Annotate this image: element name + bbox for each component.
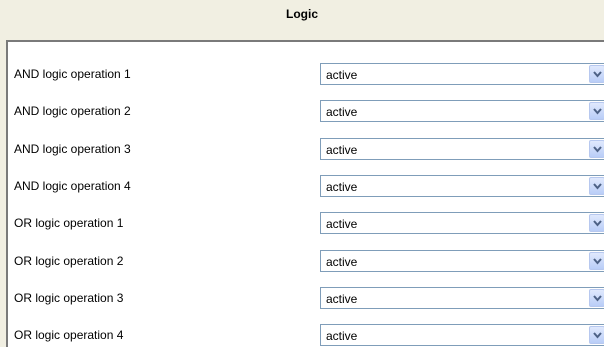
setting-row-and-1: AND logic operation 1 active <box>8 63 604 85</box>
logic-settings-panel: AND logic operation 1 active AND logic o… <box>6 40 604 347</box>
setting-row-or-1: OR logic operation 1 active <box>8 212 604 234</box>
chevron-down-icon <box>593 332 602 339</box>
setting-label-or-3: OR logic operation 3 <box>14 291 124 305</box>
or-logic-operation-2-dropdown[interactable]: active <box>320 250 604 272</box>
dropdown-button[interactable] <box>589 252 604 270</box>
setting-row-and-2: AND logic operation 2 active <box>8 100 604 122</box>
dropdown-selected-value: active <box>326 329 358 343</box>
setting-row-or-2: OR logic operation 2 active <box>8 250 604 272</box>
chevron-down-icon <box>593 71 602 78</box>
setting-row-or-3: OR logic operation 3 active <box>8 287 604 309</box>
page-title: Logic <box>286 7 318 21</box>
setting-label-and-3: AND logic operation 3 <box>14 142 131 156</box>
chevron-down-icon <box>593 108 602 115</box>
setting-label-or-2: OR logic operation 2 <box>14 254 124 268</box>
or-logic-operation-3-dropdown[interactable]: active <box>320 287 604 309</box>
dropdown-button[interactable] <box>589 102 604 120</box>
setting-label-and-2: AND logic operation 2 <box>14 104 131 118</box>
dropdown-selected-value: active <box>326 105 358 119</box>
chevron-down-icon <box>593 146 602 153</box>
chevron-down-icon <box>593 183 602 190</box>
logic-window: Logic AND logic operation 1 active AND l… <box>0 0 604 347</box>
and-logic-operation-4-dropdown[interactable]: active <box>320 175 604 197</box>
dropdown-button[interactable] <box>589 214 604 232</box>
dropdown-selected-value: active <box>326 180 358 194</box>
dropdown-button[interactable] <box>589 65 604 83</box>
or-logic-operation-1-dropdown[interactable]: active <box>320 212 604 234</box>
setting-row-and-4: AND logic operation 4 active <box>8 175 604 197</box>
or-logic-operation-4-dropdown[interactable]: active <box>320 324 604 346</box>
and-logic-operation-1-dropdown[interactable]: active <box>320 63 604 85</box>
window-title-bar: Logic <box>0 0 604 40</box>
dropdown-selected-value: active <box>326 143 358 157</box>
dropdown-selected-value: active <box>326 292 358 306</box>
dropdown-button[interactable] <box>589 326 604 344</box>
chevron-down-icon <box>593 258 602 265</box>
setting-row-or-4: OR logic operation 4 active <box>8 324 604 346</box>
setting-row-and-3: AND logic operation 3 active <box>8 138 604 160</box>
setting-label-or-4: OR logic operation 4 <box>14 328 124 342</box>
dropdown-selected-value: active <box>326 68 358 82</box>
setting-label-or-1: OR logic operation 1 <box>14 216 124 230</box>
dropdown-button[interactable] <box>589 140 604 158</box>
dropdown-button[interactable] <box>589 289 604 307</box>
chevron-down-icon <box>593 220 602 227</box>
dropdown-selected-value: active <box>326 255 358 269</box>
setting-label-and-1: AND logic operation 1 <box>14 67 131 81</box>
chevron-down-icon <box>593 295 602 302</box>
and-logic-operation-3-dropdown[interactable]: active <box>320 138 604 160</box>
dropdown-selected-value: active <box>326 217 358 231</box>
and-logic-operation-2-dropdown[interactable]: active <box>320 100 604 122</box>
setting-label-and-4: AND logic operation 4 <box>14 179 131 193</box>
dropdown-button[interactable] <box>589 177 604 195</box>
